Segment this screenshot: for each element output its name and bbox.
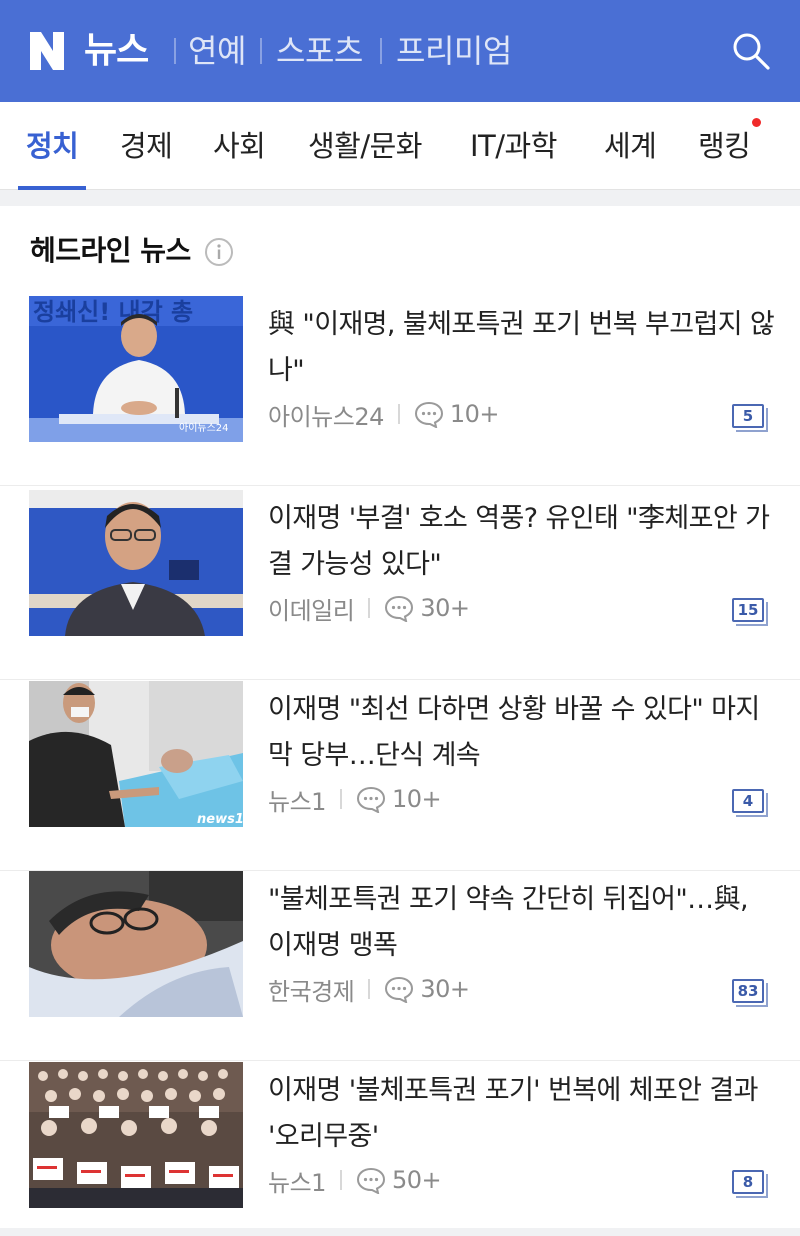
related-articles-badge[interactable]: 15 bbox=[732, 598, 768, 626]
comment-count[interactable]: 50+ bbox=[392, 1166, 442, 1194]
section-separator bbox=[0, 190, 800, 206]
section-divider bbox=[174, 38, 176, 64]
news-meta: 뉴스1 50+ bbox=[268, 1160, 442, 1200]
news-source[interactable]: 뉴스1 bbox=[268, 1163, 326, 1198]
comment-count[interactable]: 10+ bbox=[450, 400, 500, 428]
related-count: 4 bbox=[732, 789, 764, 813]
news-meta: 한국경제 30+ bbox=[268, 969, 470, 1009]
news-meta: 뉴스1 10+ bbox=[268, 779, 442, 819]
category-tabs: 정치 경제 사회 생활/문화 IT/과학 세계 랭킹 bbox=[0, 102, 800, 190]
news-headline[interactable]: 이재명 "최선 다하면 상황 바꿀 수 있다" 마지막 당부…단식 계속 bbox=[268, 687, 778, 779]
news-item[interactable]: 정쇄신! 내각 총 아이뉴스24 與 "이재명, 불체포특권 포기 번복 부끄럽… bbox=[0, 296, 800, 486]
svg-text:아이뉴스24: 아이뉴스24 bbox=[179, 422, 229, 434]
comment-icon bbox=[414, 401, 443, 428]
news-headline[interactable]: 與 "이재명, 불체포특권 포기 번복 부끄럽지 않나" bbox=[268, 302, 778, 394]
news-headline[interactable]: 이재명 '불체포특권 포기' 번복에 체포안 결과 '오리무중' bbox=[268, 1068, 778, 1160]
news-item[interactable]: news1 이재명 "최선 다하면 상황 바꿀 수 있다" 마지막 당부…단식 … bbox=[0, 681, 800, 871]
section-link-entertainment[interactable]: 연예 bbox=[188, 26, 246, 76]
news-photo-image bbox=[29, 490, 243, 636]
info-button[interactable] bbox=[204, 237, 234, 267]
tab-politics[interactable]: 정치 bbox=[26, 124, 79, 168]
tab-society[interactable]: 사회 bbox=[213, 124, 266, 168]
comment-icon bbox=[356, 786, 385, 813]
search-button[interactable] bbox=[730, 30, 772, 72]
related-articles-badge[interactable]: 5 bbox=[732, 404, 768, 432]
section-link-sports[interactable]: 스포츠 bbox=[276, 26, 363, 76]
news-photo-image: 정쇄신! 내각 총 아이뉴스24 bbox=[29, 296, 243, 442]
svg-text:정쇄신! 내각 총: 정쇄신! 내각 총 bbox=[33, 298, 193, 326]
meta-divider bbox=[339, 1170, 342, 1190]
news-thumbnail[interactable]: news1 bbox=[29, 681, 243, 827]
section-divider bbox=[380, 38, 382, 64]
comment-icon bbox=[385, 976, 414, 1003]
related-articles-badge[interactable]: 83 bbox=[732, 979, 768, 1007]
headline-section-title: 헤드라인 뉴스 bbox=[30, 234, 191, 267]
svg-text:news1: news1 bbox=[197, 812, 243, 827]
news-thumbnail[interactable]: 정쇄신! 내각 총 아이뉴스24 bbox=[29, 296, 243, 442]
tab-world[interactable]: 세계 bbox=[604, 124, 657, 168]
comment-count[interactable]: 30+ bbox=[420, 975, 470, 1003]
brand-title[interactable]: 뉴스 bbox=[84, 26, 149, 76]
news-meta: 이데일리 30+ bbox=[268, 588, 470, 628]
section-link-premium[interactable]: 프리미엄 bbox=[396, 26, 512, 76]
search-icon bbox=[733, 33, 770, 70]
news-headline[interactable]: 이재명 '부결' 호소 역풍? 유인태 "李체포안 가결 가능성 있다" bbox=[268, 496, 778, 588]
top-app-bar: 뉴스 연예 스포츠 프리미엄 bbox=[0, 0, 800, 102]
news-photo-image bbox=[29, 1062, 243, 1208]
related-count: 83 bbox=[732, 979, 764, 1003]
section-separator bbox=[0, 1228, 800, 1236]
news-thumbnail[interactable] bbox=[29, 871, 243, 1017]
related-count: 8 bbox=[732, 1170, 764, 1194]
comment-icon bbox=[385, 595, 414, 622]
meta-divider bbox=[368, 598, 371, 618]
news-item[interactable]: "불체포특권 포기 약속 간단히 뒤집어"…與, 이재명 맹폭 한국경제 30+… bbox=[0, 871, 800, 1061]
tab-life-culture[interactable]: 생활/문화 bbox=[308, 124, 423, 168]
news-meta: 아이뉴스24 10+ bbox=[268, 394, 500, 434]
news-source[interactable]: 뉴스1 bbox=[268, 782, 326, 817]
meta-divider bbox=[339, 789, 342, 809]
related-count: 15 bbox=[732, 598, 764, 622]
news-headline[interactable]: "불체포특권 포기 약속 간단히 뒤집어"…與, 이재명 맹폭 bbox=[268, 877, 778, 969]
related-count: 5 bbox=[732, 404, 764, 428]
tab-economy[interactable]: 경제 bbox=[120, 124, 173, 168]
news-item[interactable]: 이재명 '부결' 호소 역풍? 유인태 "李체포안 가결 가능성 있다" 이데일… bbox=[0, 490, 800, 680]
comment-icon bbox=[356, 1167, 385, 1194]
tab-ranking[interactable]: 랭킹 bbox=[698, 124, 751, 168]
news-photo-image: news1 bbox=[29, 681, 243, 827]
news-photo-image bbox=[29, 871, 243, 1017]
news-thumbnail[interactable] bbox=[29, 490, 243, 636]
news-source[interactable]: 이데일리 bbox=[268, 591, 355, 626]
meta-divider bbox=[368, 979, 371, 999]
tab-it-science[interactable]: IT/과학 bbox=[470, 124, 557, 168]
comment-count[interactable]: 30+ bbox=[420, 594, 470, 622]
news-item[interactable]: 이재명 '불체포특권 포기' 번복에 체포안 결과 '오리무중' 뉴스1 50+… bbox=[0, 1062, 800, 1228]
related-articles-badge[interactable]: 8 bbox=[732, 1170, 768, 1198]
comment-count[interactable]: 10+ bbox=[392, 785, 442, 813]
news-thumbnail[interactable] bbox=[29, 1062, 243, 1208]
news-source[interactable]: 한국경제 bbox=[268, 972, 355, 1007]
section-divider bbox=[260, 38, 262, 64]
new-notification-dot bbox=[752, 118, 761, 127]
news-source[interactable]: 아이뉴스24 bbox=[268, 397, 384, 432]
naver-logo[interactable] bbox=[28, 30, 66, 72]
related-articles-badge[interactable]: 4 bbox=[732, 789, 768, 817]
meta-divider bbox=[397, 404, 400, 424]
naver-n-icon bbox=[30, 32, 64, 70]
info-icon bbox=[205, 238, 233, 266]
